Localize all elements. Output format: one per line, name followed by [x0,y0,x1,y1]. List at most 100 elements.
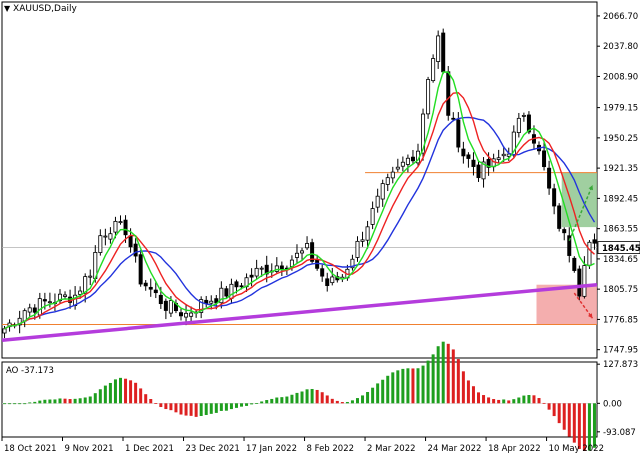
ao-bar [290,394,294,404]
ao-bar [98,389,102,404]
ao-bar [219,403,223,411]
bullish-target-zone [561,172,597,228]
ao-bar [517,397,521,404]
ao-bar [229,403,233,410]
date-tick-label: 24 Mar 2022 [428,444,482,454]
ao-bar [265,400,269,404]
ao-bar [477,392,481,404]
candle [320,268,325,277]
ao-bar [260,401,264,404]
ao-bar [436,346,440,404]
candle [380,183,385,200]
candle [516,117,521,133]
chart-canvas[interactable]: 2066.70 2037.80 2008.90 1979.15 1950.25 1921.… [0,0,640,457]
ao-bar [189,403,193,416]
candle [572,257,577,271]
date-tick-label: 8 Feb 2022 [307,444,355,454]
candle [552,188,557,207]
candle [587,241,592,266]
ao-bar [401,368,405,404]
trendline-support [1,282,598,342]
ao-bar [93,393,97,404]
ao-bar [426,360,430,404]
candle [294,252,299,258]
ao-bar [38,400,42,404]
ao-bar [73,398,77,404]
price-tick-label: 1834.65 [603,255,638,265]
ao-bar [224,403,228,411]
ao-bar [209,403,213,414]
candle [279,265,284,270]
candle [88,275,93,278]
candle [123,219,128,236]
candle [360,239,365,242]
date-tick-label: 18 Oct 2021 [4,444,57,454]
candle [209,300,214,304]
candle [395,166,400,170]
ao-bar [330,398,334,404]
ao-bar [325,395,329,404]
ao-bar [391,372,395,404]
candle [224,288,229,297]
candle [557,205,562,229]
ao-bar [315,389,319,404]
ao-bar [33,401,37,404]
candle [305,243,310,249]
ao-bar [68,399,72,404]
ao-bar [320,392,324,404]
ao-bar [421,365,425,404]
candle [143,282,148,287]
candle [521,114,526,117]
candle [501,153,506,157]
ao-bar [361,395,365,404]
ao-bar [18,403,22,405]
candle [239,285,244,288]
date-tick-label: 2 Mar 2022 [367,444,415,454]
candle [128,235,133,248]
candle [98,235,103,253]
ao-bar [234,403,238,408]
candle [446,71,451,116]
ao-bar [285,396,289,404]
ao-bar [164,403,168,410]
candle [234,281,239,288]
ao-bar [371,387,375,404]
ao-bar [396,370,400,404]
ao-bar [13,403,17,405]
ao-bar [275,397,279,404]
ao-bar [537,398,541,404]
ao-bar [466,380,470,404]
candle [547,167,552,189]
ao-bar [386,375,390,404]
candle [108,233,113,240]
candle [259,267,264,270]
candle [451,117,456,120]
candle [179,312,184,317]
ao-bar [577,403,581,449]
ao-bar [567,403,571,437]
price-tick-label: 2008.90 [603,72,638,82]
ao-bar [340,402,344,404]
ao-bar [355,398,359,404]
triangle-down-icon[interactable]: ▼ [4,4,10,13]
candle [2,328,7,334]
candle [426,79,431,115]
candle [355,240,360,258]
candle [42,299,47,302]
candle [471,159,476,167]
candle [229,283,234,299]
candle [466,154,471,159]
candle [496,157,501,160]
ao-bar [199,403,203,416]
ao-bar [58,398,62,404]
ao-bar [381,379,385,404]
ao-bar [461,371,465,404]
ao-bar [149,399,153,404]
candle [325,278,330,287]
ao-bar [28,402,32,404]
candle [37,298,42,316]
candle [385,177,390,185]
ao-bar [335,400,339,404]
chart-window[interactable]: ▼ XAUUSD,Daily 2066.70 2037.80 2008.90 1979… [0,0,640,457]
ao-bar [562,403,566,430]
